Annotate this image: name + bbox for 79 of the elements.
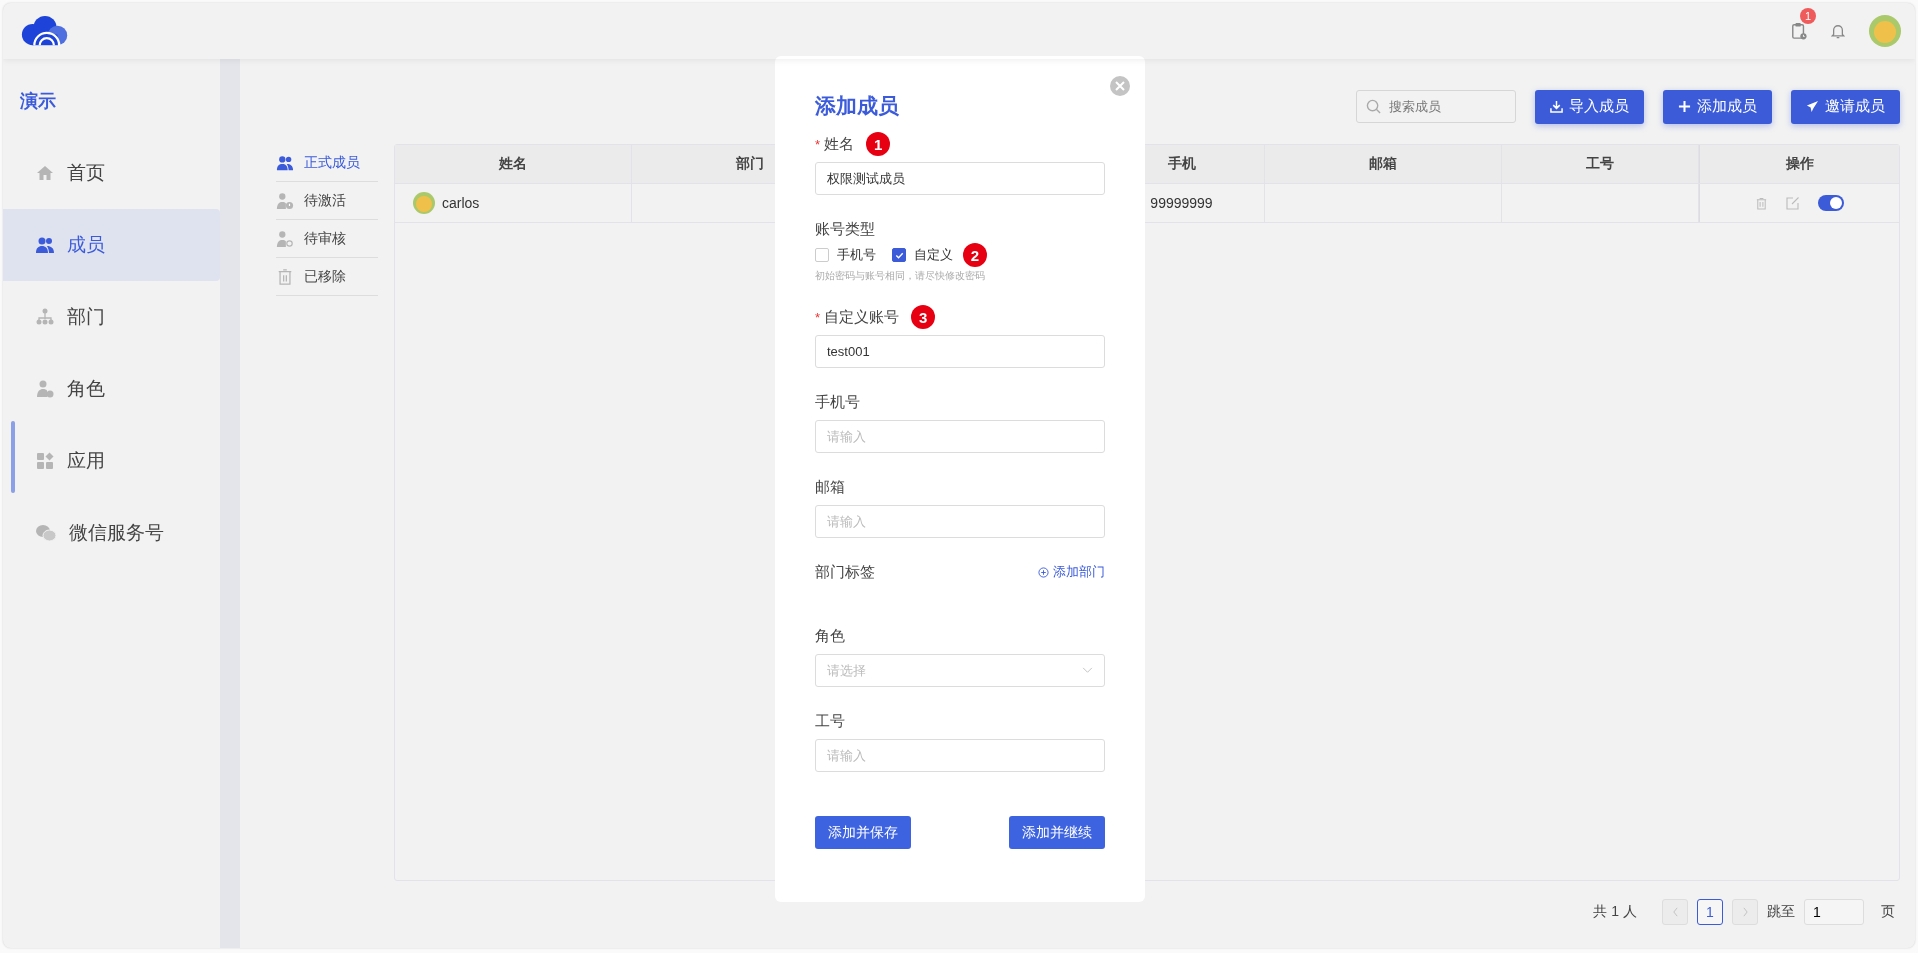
search-icon: [1366, 99, 1381, 114]
edit-icon[interactable]: [1786, 196, 1800, 210]
person-gear-icon: [35, 379, 55, 399]
clipboard-clock-icon[interactable]: [1791, 22, 1807, 40]
person-search-icon: [276, 229, 294, 248]
submit-button[interactable]: 添加并继续: [1009, 816, 1105, 849]
member-filter-tab[interactable]: 已移除: [276, 258, 378, 296]
chevron-right-icon: [1741, 907, 1749, 917]
required-asterisk: *: [815, 309, 821, 325]
trash-icon[interactable]: [1755, 196, 1768, 210]
input-field[interactable]: 请输入: [815, 420, 1105, 453]
total-count: 共 1 人: [1593, 903, 1637, 921]
input-field[interactable]: 请输入: [815, 505, 1105, 538]
add-department-link[interactable]: 添加部门: [1038, 563, 1105, 581]
column-header: 工号: [1502, 145, 1699, 183]
people-icon: [35, 235, 55, 255]
sidebar-item[interactable]: 首页: [3, 137, 220, 209]
toolbar-button[interactable]: 邀请成员: [1791, 89, 1900, 124]
people-icon: [276, 153, 294, 172]
step-marker: 2: [963, 243, 987, 267]
member-name: carlos: [442, 195, 480, 211]
sidebar-item[interactable]: 角色: [3, 353, 220, 425]
sidebar-item[interactable]: 微信服务号: [3, 497, 220, 569]
jump-label: 跳至: [1767, 903, 1795, 921]
hierarchy-icon: [35, 307, 55, 327]
close-icon[interactable]: [1110, 76, 1130, 96]
hint-text: 初始密码与账号相同，请尽快修改密码: [815, 269, 986, 283]
notification-badge: 1: [1800, 8, 1816, 24]
person-alert-icon: [276, 191, 294, 210]
input-field[interactable]: test001: [815, 335, 1105, 368]
account-type-option[interactable]: 自定义: [892, 246, 953, 264]
sidebar-item[interactable]: 部门: [3, 281, 220, 353]
avatar-icon[interactable]: [1869, 15, 1901, 47]
dialog-title: 添加成员: [815, 93, 900, 119]
cloud-logo: [20, 15, 70, 47]
chevron-down-icon: [1082, 667, 1093, 674]
plus-icon: [1678, 100, 1691, 113]
column-header: 邮箱: [1265, 145, 1502, 183]
field-label: 角色: [815, 626, 845, 646]
field-label: 自定义账号: [824, 307, 900, 327]
sidebar-item[interactable]: 成员: [3, 209, 220, 281]
page-button[interactable]: 1: [1697, 899, 1723, 925]
toggle-switch[interactable]: [1818, 195, 1844, 211]
chevron-left-icon: [1671, 907, 1679, 917]
sidebar-item[interactable]: 应用: [3, 425, 220, 497]
field-label: 部门标签: [815, 562, 875, 582]
paper-plane-icon: [1806, 100, 1819, 113]
field-label: 手机号: [815, 392, 860, 412]
trash-icon: [276, 267, 294, 286]
column-header: 姓名: [395, 145, 632, 183]
step-marker: 3: [911, 305, 936, 329]
field-label: 邮箱: [815, 477, 845, 497]
sidebar-scrollbar: [11, 421, 15, 493]
field-label: 工号: [815, 711, 845, 731]
previous-page-button[interactable]: [1662, 899, 1688, 925]
toolbar-button[interactable]: 添加成员: [1663, 89, 1772, 124]
member-filter-tab[interactable]: 待审核: [276, 220, 378, 258]
step-marker: 1: [866, 132, 891, 156]
workspace-title: 演示: [19, 90, 57, 113]
search-field[interactable]: 搜索成员: [1356, 90, 1516, 123]
input-field[interactable]: 请输入: [815, 739, 1105, 772]
bell-icon[interactable]: [1831, 23, 1845, 39]
page-input[interactable]: 1: [1804, 899, 1864, 925]
field-label: 账号类型: [815, 219, 875, 239]
account-type-option[interactable]: 手机号: [815, 246, 876, 264]
page-suffix: 页: [1881, 903, 1895, 921]
plus-circle-icon: [1038, 566, 1049, 578]
next-page-button[interactable]: [1732, 899, 1758, 925]
home-icon: [35, 163, 55, 183]
member-filter-tab[interactable]: 正式成员: [276, 144, 378, 182]
apps-icon: [35, 451, 55, 471]
column-header: 操作: [1699, 145, 1899, 183]
submit-button[interactable]: 添加并保存: [815, 816, 911, 849]
avatar-icon: [413, 192, 435, 214]
chat-bubbles-icon: [35, 523, 57, 543]
input-field[interactable]: 权限测试成员: [815, 162, 1105, 195]
download-icon: [1550, 100, 1563, 113]
toolbar-button[interactable]: 导入成员: [1535, 89, 1644, 124]
member-filter-tab[interactable]: 待激活: [276, 182, 378, 220]
